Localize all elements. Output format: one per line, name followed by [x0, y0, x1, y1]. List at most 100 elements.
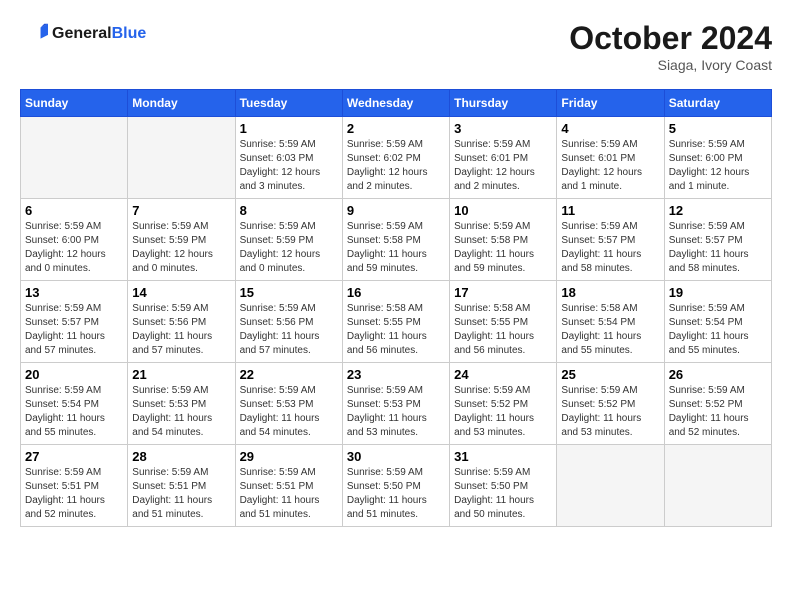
day-info: Sunrise: 5:59 AM Sunset: 5:59 PM Dayligh… [240, 220, 338, 276]
day-info: Sunrise: 5:59 AM Sunset: 5:54 PM Dayligh… [25, 384, 123, 440]
calendar-cell: 17Sunrise: 5:58 AM Sunset: 5:55 PM Dayli… [450, 281, 557, 363]
day-info: Sunrise: 5:59 AM Sunset: 5:50 PM Dayligh… [347, 466, 445, 522]
calendar-cell: 15 Sunrise: 5:59 AM Sunset: 5:56 PM Dayli… [235, 281, 342, 363]
calendar-cell: 30 Sunrise: 5:59 AM Sunset: 5:50 PM Dayli… [342, 445, 449, 527]
calendar-cell [128, 117, 235, 199]
col-wednesday: Wednesday [342, 90, 449, 117]
calendar-cell: 20Sunrise: 5:59 AM Sunset: 5:54 PM Dayli… [21, 363, 128, 445]
day-info: Sunrise: 5:59 AM Sunset: 5:58 PM Dayligh… [454, 220, 552, 276]
day-number: 23 [347, 367, 445, 382]
calendar-cell: 21 Sunrise: 5:59 AM Sunset: 5:53 PM Dayli… [128, 363, 235, 445]
calendar-cell: 25 Sunrise: 5:59 AM Sunset: 5:52 PM Dayli… [557, 363, 664, 445]
day-number: 16 [347, 285, 445, 300]
day-number: 19 [669, 285, 767, 300]
calendar-cell: 10 Sunrise: 5:59 AM Sunset: 5:58 PM Dayli… [450, 199, 557, 281]
day-info: Sunrise: 5:59 AM Sunset: 5:57 PM Dayligh… [561, 220, 659, 276]
calendar-cell: 5 Sunrise: 5:59 AM Sunset: 6:00 PM Daylig… [664, 117, 771, 199]
calendar-cell: 14 Sunrise: 5:59 AM Sunset: 5:56 PM Dayli… [128, 281, 235, 363]
logo: GeneralBlue [20, 20, 146, 48]
day-number: 17 [454, 285, 552, 300]
month-title: October 2024 [569, 20, 772, 57]
day-info: Sunrise: 5:59 AM Sunset: 5:53 PM Dayligh… [347, 384, 445, 440]
calendar-cell: 29Sunrise: 5:59 AM Sunset: 5:51 PM Dayli… [235, 445, 342, 527]
day-number: 25 [561, 367, 659, 382]
day-number: 6 [25, 203, 123, 218]
calendar-cell: 18 Sunrise: 5:58 AM Sunset: 5:54 PM Dayli… [557, 281, 664, 363]
logo-text: GeneralBlue [52, 25, 146, 43]
day-info: Sunrise: 5:59 AM Sunset: 5:52 PM Dayligh… [561, 384, 659, 440]
day-number: 22 [240, 367, 338, 382]
day-info: Sunrise: 5:59 AM Sunset: 5:59 PM Dayligh… [132, 220, 230, 276]
day-info: Sunrise: 5:59 AM Sunset: 5:58 PM Dayligh… [347, 220, 445, 276]
day-info: Sunrise: 5:59 AM Sunset: 5:52 PM Dayligh… [669, 384, 767, 440]
calendar-cell: 31 Sunrise: 5:59 AM Sunset: 5:50 PM Dayli… [450, 445, 557, 527]
calendar-header-row: Sunday Monday Tuesday Wednesday Thursday… [21, 90, 772, 117]
day-info: Sunrise: 5:59 AM Sunset: 5:54 PM Dayligh… [669, 302, 767, 358]
day-info: Sunrise: 5:59 AM Sunset: 5:51 PM Dayligh… [132, 466, 230, 522]
calendar-cell: 2 Sunrise: 5:59 AM Sunset: 6:02 PM Daylig… [342, 117, 449, 199]
col-monday: Monday [128, 90, 235, 117]
day-number: 8 [240, 203, 338, 218]
week-row-2: 6Sunrise: 5:59 AM Sunset: 6:00 PM Daylig… [21, 199, 772, 281]
calendar-cell: 6Sunrise: 5:59 AM Sunset: 6:00 PM Daylig… [21, 199, 128, 281]
day-info: Sunrise: 5:59 AM Sunset: 5:57 PM Dayligh… [25, 302, 123, 358]
week-row-3: 13 Sunrise: 5:59 AM Sunset: 5:57 PM Dayli… [21, 281, 772, 363]
calendar-cell: 27Sunrise: 5:59 AM Sunset: 5:51 PM Dayli… [21, 445, 128, 527]
calendar-cell: 11 Sunrise: 5:59 AM Sunset: 5:57 PM Dayli… [557, 199, 664, 281]
week-row-4: 20Sunrise: 5:59 AM Sunset: 5:54 PM Dayli… [21, 363, 772, 445]
calendar-cell: 28 Sunrise: 5:59 AM Sunset: 5:51 PM Dayli… [128, 445, 235, 527]
calendar-cell: 16Sunrise: 5:58 AM Sunset: 5:55 PM Dayli… [342, 281, 449, 363]
col-saturday: Saturday [664, 90, 771, 117]
calendar-cell [557, 445, 664, 527]
col-friday: Friday [557, 90, 664, 117]
day-number: 12 [669, 203, 767, 218]
day-number: 9 [347, 203, 445, 218]
day-number: 15 [240, 285, 338, 300]
calendar-cell: 8 Sunrise: 5:59 AM Sunset: 5:59 PM Daylig… [235, 199, 342, 281]
day-info: Sunrise: 5:59 AM Sunset: 5:53 PM Dayligh… [132, 384, 230, 440]
day-number: 14 [132, 285, 230, 300]
day-info: Sunrise: 5:59 AM Sunset: 5:53 PM Dayligh… [240, 384, 338, 440]
day-number: 3 [454, 121, 552, 136]
col-tuesday: Tuesday [235, 90, 342, 117]
day-number: 11 [561, 203, 659, 218]
day-info: Sunrise: 5:59 AM Sunset: 5:56 PM Dayligh… [132, 302, 230, 358]
day-number: 4 [561, 121, 659, 136]
calendar-cell: 24Sunrise: 5:59 AM Sunset: 5:52 PM Dayli… [450, 363, 557, 445]
day-info: Sunrise: 5:59 AM Sunset: 5:56 PM Dayligh… [240, 302, 338, 358]
calendar-cell: 12Sunrise: 5:59 AM Sunset: 5:57 PM Dayli… [664, 199, 771, 281]
calendar-cell: 19 Sunrise: 5:59 AM Sunset: 5:54 PM Dayli… [664, 281, 771, 363]
col-sunday: Sunday [21, 90, 128, 117]
day-info: Sunrise: 5:58 AM Sunset: 5:54 PM Dayligh… [561, 302, 659, 358]
day-number: 10 [454, 203, 552, 218]
day-number: 30 [347, 449, 445, 464]
day-info: Sunrise: 5:59 AM Sunset: 5:50 PM Dayligh… [454, 466, 552, 522]
day-number: 18 [561, 285, 659, 300]
day-number: 21 [132, 367, 230, 382]
day-info: Sunrise: 5:59 AM Sunset: 6:02 PM Dayligh… [347, 138, 445, 194]
day-info: Sunrise: 5:59 AM Sunset: 6:01 PM Dayligh… [561, 138, 659, 194]
week-row-5: 27Sunrise: 5:59 AM Sunset: 5:51 PM Dayli… [21, 445, 772, 527]
day-number: 31 [454, 449, 552, 464]
day-number: 24 [454, 367, 552, 382]
day-info: Sunrise: 5:59 AM Sunset: 6:03 PM Dayligh… [240, 138, 338, 194]
calendar-cell [21, 117, 128, 199]
page-header: GeneralBlue October 2024 Siaga, Ivory Co… [20, 20, 772, 73]
day-number: 13 [25, 285, 123, 300]
day-info: Sunrise: 5:59 AM Sunset: 6:01 PM Dayligh… [454, 138, 552, 194]
day-number: 28 [132, 449, 230, 464]
day-number: 5 [669, 121, 767, 136]
calendar-cell: 13 Sunrise: 5:59 AM Sunset: 5:57 PM Dayli… [21, 281, 128, 363]
calendar-cell [664, 445, 771, 527]
day-number: 29 [240, 449, 338, 464]
calendar-cell: 26Sunrise: 5:59 AM Sunset: 5:52 PM Dayli… [664, 363, 771, 445]
calendar-cell: 9 Sunrise: 5:59 AM Sunset: 5:58 PM Daylig… [342, 199, 449, 281]
col-thursday: Thursday [450, 90, 557, 117]
calendar-cell: 3 Sunrise: 5:59 AM Sunset: 6:01 PM Daylig… [450, 117, 557, 199]
location-subtitle: Siaga, Ivory Coast [569, 57, 772, 73]
day-number: 1 [240, 121, 338, 136]
calendar-cell: 7Sunrise: 5:59 AM Sunset: 5:59 PM Daylig… [128, 199, 235, 281]
calendar-cell: 1 Sunrise: 5:59 AM Sunset: 6:03 PM Daylig… [235, 117, 342, 199]
day-info: Sunrise: 5:59 AM Sunset: 6:00 PM Dayligh… [669, 138, 767, 194]
day-number: 2 [347, 121, 445, 136]
